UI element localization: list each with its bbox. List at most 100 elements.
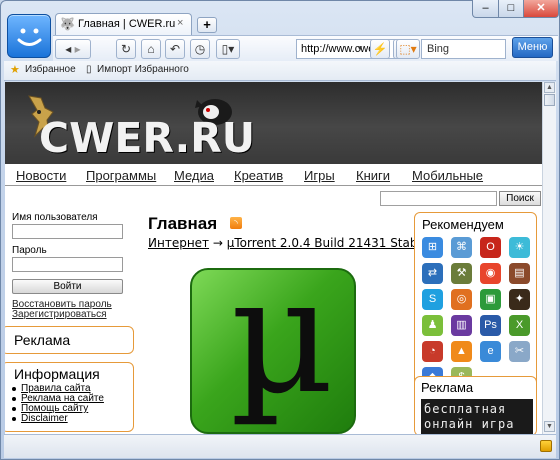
tab-close-icon[interactable]: ×: [177, 17, 183, 29]
bookmark-import[interactable]: Импорт Избранного: [97, 64, 189, 75]
crumb-arrow: →: [212, 236, 223, 250]
ads-right-box: Реклама бесплатная онлайн игра: [414, 376, 537, 434]
android-icon[interactable]: ♟: [422, 315, 443, 336]
status-bar: [4, 434, 556, 458]
ie-icon[interactable]: e: [480, 341, 501, 362]
site-brand[interactable]: CWER.RU: [39, 114, 255, 162]
new-tab-button[interactable]: +: [197, 17, 217, 33]
mu-glyph: µ: [230, 268, 334, 429]
info-box: Информация Правила сайта Реклама на сайт…: [5, 362, 134, 432]
nav-programs[interactable]: Программы: [86, 168, 156, 183]
maximize-button[interactable]: □: [498, 0, 524, 18]
favicon-icon: 🐺: [60, 17, 75, 31]
site-header: CWER.RU: [5, 82, 542, 164]
clock-icon: ◷: [194, 42, 206, 56]
game-banner[interactable]: бесплатная онлайн игра: [421, 399, 533, 434]
password-field[interactable]: [12, 257, 123, 272]
navigation-toolbar: ◂ ▸ ↻ ⌂ ↶ ◷ ▯▾ http://www.cwer.ru ▾ ⚡ ▶ …: [53, 35, 558, 61]
scroll-thumb[interactable]: [544, 94, 555, 106]
opera-icon[interactable]: O: [480, 237, 501, 258]
bookmark-favorites[interactable]: Избранное: [25, 64, 76, 75]
bat-icon[interactable]: ✦: [509, 289, 530, 310]
speed-button[interactable]: ⚡: [370, 39, 390, 59]
import-page-icon: ▯: [86, 64, 92, 75]
info-links: Правила сайта Реклама на сайте Помощь са…: [9, 384, 104, 424]
back-arrow-icon: ◂: [65, 42, 72, 56]
crumb-section[interactable]: Интернет: [148, 236, 209, 250]
video-icon[interactable]: ▣: [480, 289, 501, 310]
nav-media[interactable]: Медиа: [174, 168, 214, 183]
home-button[interactable]: ⌂: [141, 39, 161, 59]
breadcrumb: Интернет → µTorrent 2.0.4 Build 21431 St…: [148, 236, 428, 250]
winrar-icon[interactable]: ▥: [451, 315, 472, 336]
minimize-button[interactable]: –: [472, 0, 499, 18]
firefox-icon[interactable]: ◎: [451, 289, 472, 310]
web-page: CWER.RU Новости Программы Медиа Креатив …: [5, 82, 542, 434]
ads-left-box: Реклама: [5, 326, 134, 354]
tools-icon[interactable]: ⚒: [451, 263, 472, 284]
nav-games[interactable]: Игры: [304, 168, 335, 183]
undo-icon: ↶: [169, 42, 181, 56]
site-search-button[interactable]: Поиск: [499, 191, 541, 206]
ads-right-title: Реклама: [421, 380, 474, 395]
page-button[interactable]: ▯▾: [216, 39, 240, 59]
chrome-icon[interactable]: ◉: [480, 263, 501, 284]
username-field[interactable]: [12, 224, 123, 239]
close-window-button[interactable]: ✕: [523, 0, 559, 18]
info-title: Информация: [14, 366, 100, 382]
browser-logo-button[interactable]: [7, 14, 51, 58]
page-title: Главная: [148, 214, 218, 233]
info-link-disclaimer[interactable]: Disclaimer: [9, 414, 104, 424]
xbox-icon[interactable]: X: [509, 315, 530, 336]
password-label: Пароль: [12, 245, 47, 256]
reload-icon: ↻: [120, 42, 132, 56]
smiley-icon: [17, 28, 42, 46]
tab-cwer[interactable]: 🐺 Главная | CWER.ru ×: [55, 13, 192, 35]
undo-button[interactable]: ↶: [165, 39, 185, 59]
site-search-input[interactable]: [380, 191, 497, 206]
tool2-icon[interactable]: ✂: [509, 341, 530, 362]
back-button[interactable]: ◂ ▸: [55, 39, 91, 59]
nav-creative[interactable]: Креатив: [234, 168, 283, 183]
search-engine-button[interactable]: ⬚▾: [396, 39, 420, 59]
status-indicator-icon[interactable]: [540, 440, 552, 452]
crumb-item[interactable]: µTorrent 2.0.4 Build 21431 Stable: [227, 236, 428, 250]
recommend-box: Рекомендуем ⊞⌘O☀⇄⚒◉▤S◎▣✦♟▥PsX◔▲e✂◆$: [414, 212, 537, 397]
rss-icon[interactable]: ◝: [230, 217, 242, 229]
nav-books[interactable]: Книги: [356, 168, 390, 183]
utorrent-logo[interactable]: µ: [190, 268, 356, 434]
scroll-down-icon[interactable]: ▼: [544, 421, 555, 432]
recommend-title: Рекомендуем: [422, 217, 504, 232]
banner-line1: бесплатная: [424, 402, 507, 416]
history-button[interactable]: ◷: [190, 39, 210, 59]
windows-icon[interactable]: ⊞: [422, 237, 443, 258]
nav-mobile[interactable]: Мобильные: [412, 168, 483, 183]
tab-title: Главная | CWER.ru: [78, 18, 176, 30]
search-input[interactable]: Bing: [421, 39, 506, 59]
reload-button[interactable]: ↻: [116, 39, 136, 59]
banner-line2: онлайн игра: [424, 417, 515, 431]
register-link[interactable]: Зарегистрироваться: [12, 309, 107, 320]
network-icon[interactable]: ⌘: [451, 237, 472, 258]
vertical-scrollbar[interactable]: ▲ ▼: [542, 82, 556, 434]
nav-divider: [5, 185, 542, 186]
scroll-up-icon[interactable]: ▲: [544, 82, 555, 93]
clock-icon[interactable]: ◔: [422, 341, 443, 362]
bookmarks-bar: ★ Избранное ▯ Импорт Избранного: [4, 61, 556, 81]
weather-icon[interactable]: ☀: [509, 237, 530, 258]
teamviewer-icon[interactable]: ⇄: [422, 263, 443, 284]
nav-news[interactable]: Новости: [16, 168, 66, 183]
username-label: Имя пользователя: [12, 212, 98, 223]
address-dropdown-icon[interactable]: ▾: [353, 39, 367, 59]
vlc-icon[interactable]: ▲: [451, 341, 472, 362]
star-icon: ★: [10, 64, 20, 76]
books-icon[interactable]: ▤: [509, 263, 530, 284]
skype-icon[interactable]: S: [422, 289, 443, 310]
login-button[interactable]: Войти: [12, 279, 123, 294]
menu-button[interactable]: Меню: [512, 37, 553, 58]
page-icon: ▯▾: [221, 42, 235, 56]
home-icon: ⌂: [147, 42, 155, 56]
lightning-icon: ⚡: [372, 42, 388, 56]
ads-left-title: Реклама: [14, 332, 71, 348]
photoshop-icon[interactable]: Ps: [480, 315, 501, 336]
